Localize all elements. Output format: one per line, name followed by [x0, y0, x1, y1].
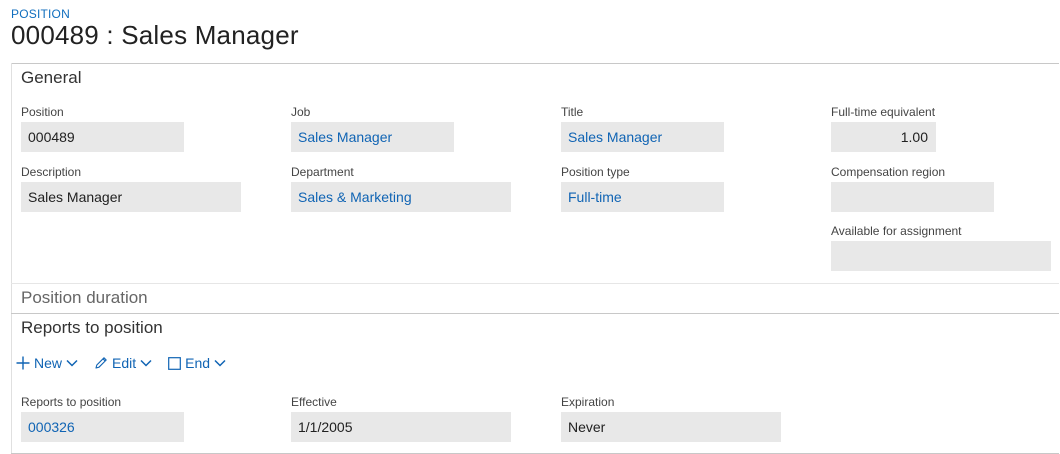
- field-description: Description Sales Manager: [21, 164, 241, 212]
- divider-duration: [11, 313, 1059, 314]
- field-department: Department Sales & Marketing: [291, 164, 511, 212]
- field-title: Title Sales Manager: [561, 104, 724, 152]
- effective-date-input[interactable]: 1/1/2005: [291, 412, 511, 442]
- field-label: Department: [291, 165, 354, 179]
- new-button-label: New: [34, 355, 63, 371]
- page-caption: POSITION: [11, 7, 70, 21]
- field-compensation-region: Compensation region: [831, 164, 994, 212]
- field-label: Title: [561, 105, 584, 119]
- plus-icon: [16, 356, 30, 370]
- divider-general: [11, 283, 1059, 284]
- page-title: 000489 : Sales Manager: [11, 20, 299, 50]
- reports-to-toolbar: New Edit End: [16, 352, 242, 374]
- expiration-date-input[interactable]: Never: [561, 412, 781, 442]
- divider-top: [11, 63, 1059, 64]
- pencil-icon: [94, 356, 108, 370]
- field-label: Full-time equivalent: [831, 105, 936, 119]
- field-position: Position 000489: [21, 104, 184, 152]
- field-label: Job: [291, 105, 311, 119]
- field-label: Reports to position: [21, 395, 122, 409]
- title-link[interactable]: Sales Manager: [561, 122, 724, 152]
- position-input[interactable]: 000489: [21, 122, 184, 152]
- compensation-region-input[interactable]: [831, 182, 994, 212]
- field-expiration: Expiration Never: [561, 394, 781, 442]
- field-effective: Effective 1/1/2005: [291, 394, 511, 442]
- field-fte: Full-time equivalent 1.00: [831, 104, 936, 152]
- reports-to-position-link[interactable]: 000326: [21, 412, 184, 442]
- field-label: Compensation region: [831, 165, 946, 179]
- field-job: Job Sales Manager: [291, 104, 454, 152]
- chevron-down-icon: [66, 359, 78, 367]
- section-header-general[interactable]: General: [21, 68, 81, 88]
- job-link[interactable]: Sales Manager: [291, 122, 454, 152]
- position-type-link[interactable]: Full-time: [561, 182, 724, 212]
- description-input[interactable]: Sales Manager: [21, 182, 241, 212]
- department-link[interactable]: Sales & Marketing: [291, 182, 511, 212]
- field-label: Position: [21, 105, 64, 119]
- section-left-rule: [11, 63, 12, 454]
- field-label: Available for assignment: [831, 224, 962, 238]
- end-button[interactable]: End: [168, 355, 226, 371]
- checkbox-square-icon: [168, 356, 182, 370]
- field-label: Description: [21, 165, 82, 179]
- field-available-for-assignment: Available for assignment: [831, 223, 1051, 271]
- edit-button-label: Edit: [112, 355, 137, 371]
- end-button-label: End: [185, 355, 211, 371]
- section-header-position-duration[interactable]: Position duration: [21, 288, 148, 308]
- new-button[interactable]: New: [16, 355, 78, 371]
- section-header-reports-to[interactable]: Reports to position: [21, 318, 163, 338]
- available-for-assignment-input[interactable]: [831, 241, 1051, 271]
- fte-input[interactable]: 1.00: [831, 122, 936, 152]
- edit-button[interactable]: Edit: [94, 355, 152, 371]
- field-position-type: Position type Full-time: [561, 164, 724, 212]
- chevron-down-icon: [214, 359, 226, 367]
- field-label: Effective: [291, 395, 337, 409]
- field-label: Expiration: [561, 395, 615, 409]
- chevron-down-icon: [140, 359, 152, 367]
- field-label: Position type: [561, 165, 630, 179]
- field-reports-to-position: Reports to position 000326: [21, 394, 184, 442]
